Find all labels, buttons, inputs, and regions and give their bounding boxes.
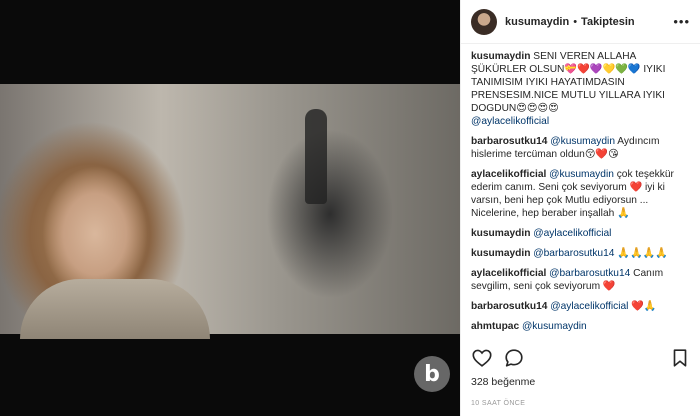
comment-item: kusumaydin @aylacelikofficial [471, 227, 693, 240]
header-separator: • [573, 15, 578, 28]
comment-username[interactable]: ahmtupac [471, 321, 519, 332]
comment-item: kusumaydin @barbarosutku14 🙏🙏🙏🙏 [471, 247, 693, 260]
comment-item: barbarosutku14 @kusumaydin Aydıncım hisl… [471, 135, 693, 161]
avatar[interactable] [471, 8, 497, 35]
comment-text: ❤️🙏 [628, 301, 657, 312]
background-person [305, 109, 327, 204]
comment-mention[interactable]: @kusumaydin [549, 169, 614, 180]
post-sidebar: kusumaydin • Takiptesin ••• kusumaydin S… [460, 0, 700, 416]
post-timestamp[interactable]: 10 SAAT ÖNCE [471, 400, 525, 407]
instagram-post: kusumaydin • Takiptesin ••• kusumaydin S… [0, 0, 700, 416]
comment-icon[interactable] [503, 347, 525, 369]
comment-username[interactable]: aylacelikofficial [471, 268, 546, 279]
bookmark-icon[interactable] [669, 347, 691, 369]
comment-item: aylacelikofficial @kusumaydin çok teşekk… [471, 168, 693, 220]
comment-username[interactable]: kusumaydin [471, 228, 530, 239]
comment-username[interactable]: kusumaydin [471, 248, 530, 259]
comment-mention[interactable]: @barbarosutku14 [549, 268, 630, 279]
post-media[interactable] [0, 0, 460, 416]
comments-list: kusumaydin SENI VEREN ALLAHA ŞÜKÜRLER OL… [471, 50, 693, 338]
header-username[interactable]: kusumaydin [505, 16, 569, 28]
comment-mention[interactable]: @kusumaydin [550, 136, 615, 147]
following-button[interactable]: Takiptesin [581, 16, 635, 28]
likes-count[interactable]: 328 beğenme [471, 376, 535, 388]
post-photo [0, 84, 460, 339]
comment-item: ahmtupac @kusumaydin [471, 320, 693, 333]
more-options-icon[interactable]: ••• [673, 14, 690, 29]
woman-shoulders [20, 279, 210, 339]
comment-mention[interactable]: @barbarosutku14 [533, 248, 614, 259]
comment-mention[interactable]: @aylacelikofficial [471, 116, 549, 127]
comment-mention[interactable]: @kusumaydin [522, 321, 587, 332]
comment-item: aylacelikofficial @barbarosutku14 Canım … [471, 267, 693, 293]
comment-username[interactable]: barbarosutku14 [471, 301, 547, 312]
comment-mention[interactable]: @aylacelikofficial [550, 301, 628, 312]
comment-item: kusumaydin SENI VEREN ALLAHA ŞÜKÜRLER OL… [471, 50, 693, 128]
post-header: kusumaydin • Takiptesin ••• [461, 0, 700, 44]
comment-username[interactable]: kusumaydin [471, 51, 530, 62]
comment-username[interactable]: barbarosutku14 [471, 136, 547, 147]
comment-username[interactable]: aylacelikofficial [471, 169, 546, 180]
post-actions [471, 347, 691, 369]
comment-mention[interactable]: @aylacelikofficial [533, 228, 611, 239]
watermark-logo: b [414, 356, 450, 392]
comment-text: 🙏🙏🙏🙏 [614, 248, 669, 259]
comment-item: barbarosutku14 @aylacelikofficial ❤️🙏 [471, 300, 693, 313]
heart-icon[interactable] [471, 347, 493, 369]
